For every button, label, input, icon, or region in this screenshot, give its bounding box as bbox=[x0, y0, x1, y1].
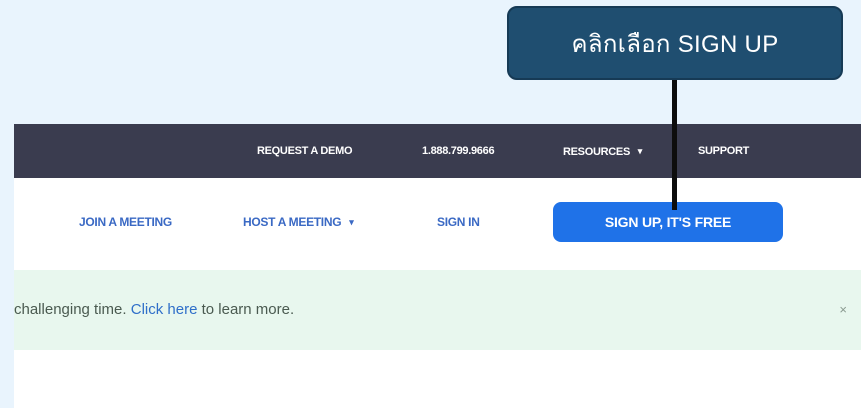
host-meeting-label: HOST A MEETING bbox=[243, 215, 342, 229]
support-link[interactable]: SUPPORT bbox=[698, 124, 749, 178]
main-nav: JOIN A MEETING HOST A MEETING ▾ SIGN IN … bbox=[14, 178, 861, 270]
phone-number-link[interactable]: 1.888.799.9666 bbox=[422, 124, 495, 178]
click-here-link[interactable]: Click here bbox=[131, 301, 198, 318]
announcement-text: challenging time. Click here to learn mo… bbox=[14, 270, 294, 350]
resources-menu[interactable]: RESOURCES ▾ bbox=[563, 124, 642, 178]
callout-connector-line bbox=[672, 80, 677, 210]
callout-text: คลิกเลือก SIGN UP bbox=[571, 30, 779, 58]
sign-in-link[interactable]: SIGN IN bbox=[437, 178, 480, 266]
caret-down-icon: ▾ bbox=[349, 217, 354, 227]
host-meeting-menu[interactable]: HOST A MEETING ▾ bbox=[243, 178, 354, 266]
resources-label: RESOURCES bbox=[563, 146, 630, 158]
request-demo-link[interactable]: REQUEST A DEMO bbox=[257, 124, 353, 178]
announcement-suffix: to learn more. bbox=[197, 301, 295, 318]
join-meeting-link[interactable]: JOIN A MEETING bbox=[79, 178, 172, 266]
caret-down-icon: ▾ bbox=[637, 146, 643, 156]
utility-bar: REQUEST A DEMO 1.888.799.9666 RESOURCES … bbox=[14, 124, 861, 178]
announcement-banner: challenging time. Click here to learn mo… bbox=[14, 270, 861, 350]
sign-up-button[interactable]: SIGN UP, IT'S FREE bbox=[553, 202, 783, 242]
page-content bbox=[14, 350, 861, 408]
announcement-prefix: challenging time. bbox=[14, 301, 131, 318]
instruction-callout: คลิกเลือก SIGN UP bbox=[507, 6, 843, 80]
close-icon[interactable]: × bbox=[839, 270, 847, 350]
